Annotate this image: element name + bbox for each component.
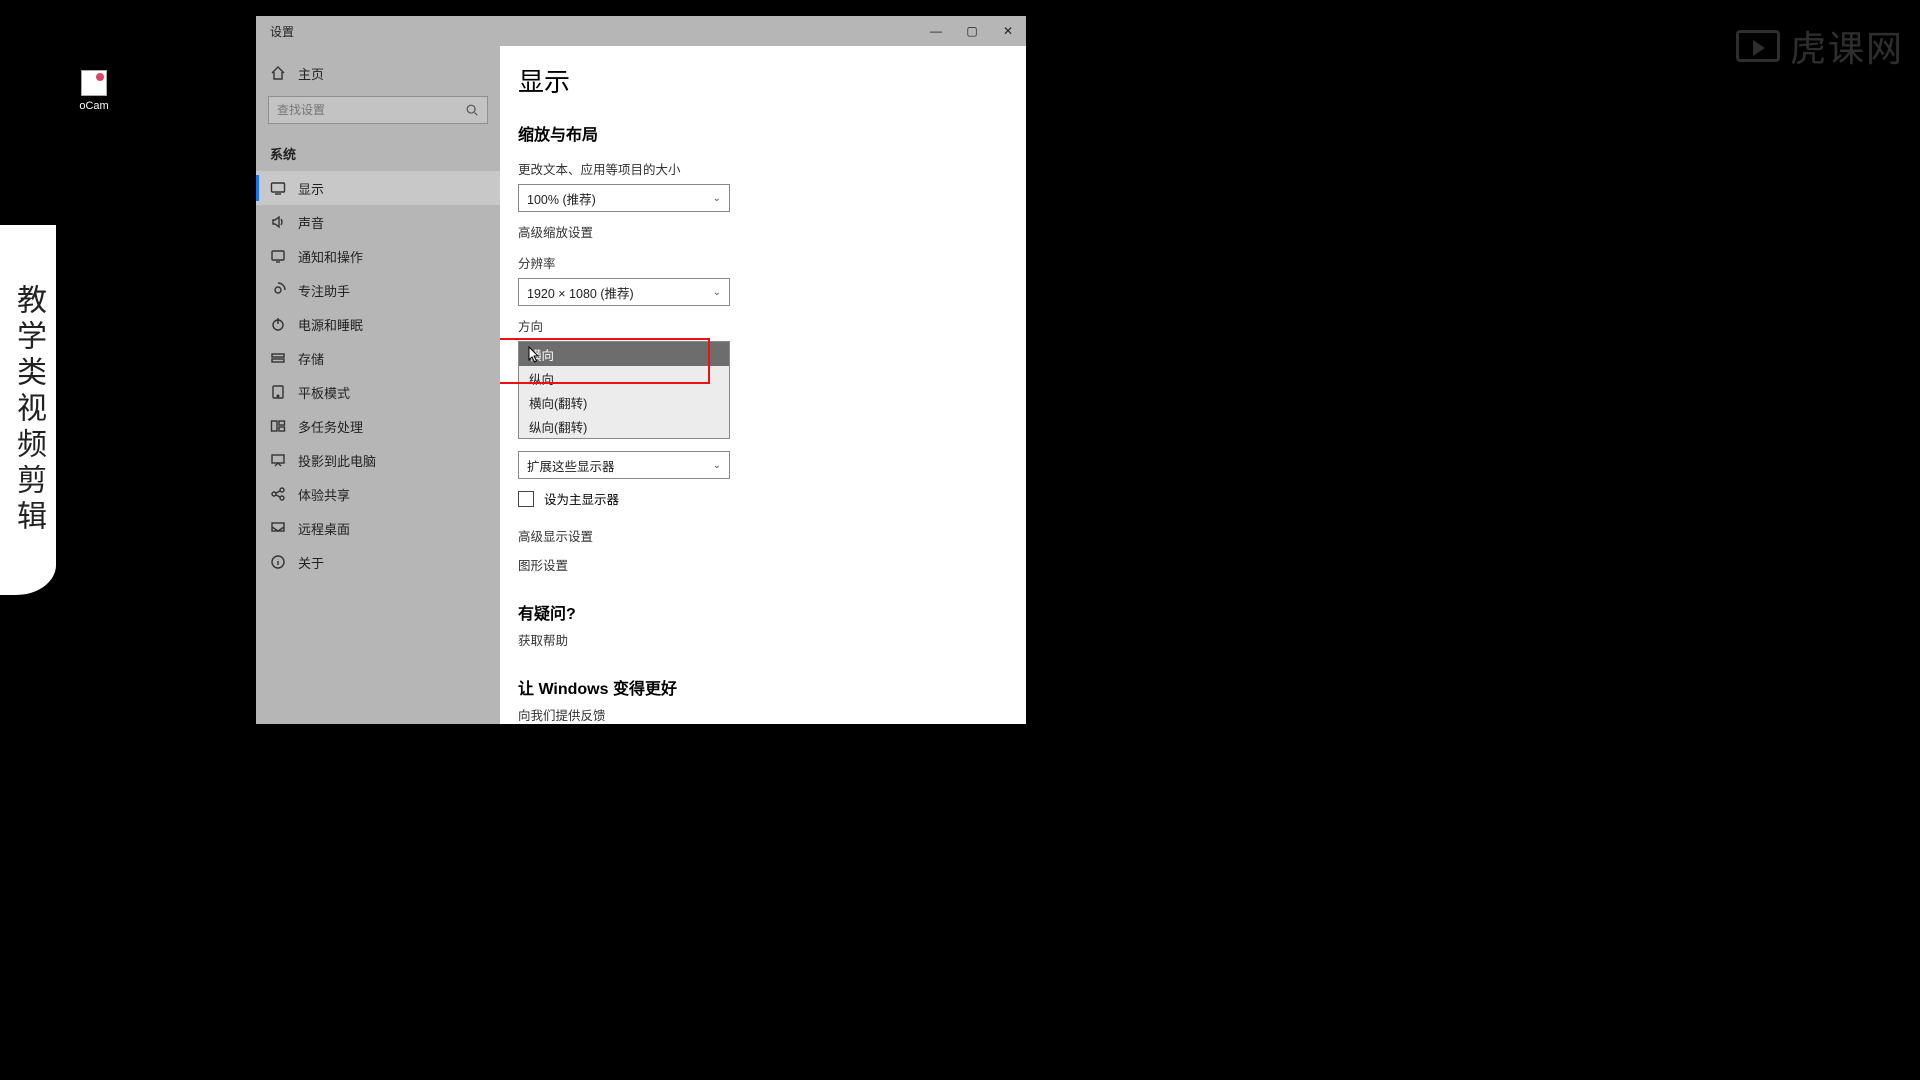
- power-icon: [270, 316, 286, 332]
- shared-icon: [270, 486, 286, 502]
- sidebar-item-label: 体验共享: [298, 485, 350, 504]
- sidebar-item-tablet[interactable]: 平板模式: [256, 375, 500, 409]
- orientation-option-landscape[interactable]: 横向: [519, 342, 729, 366]
- sidebar-item-projecting[interactable]: 投影到此电脑: [256, 443, 500, 477]
- watermark-text: 虎课网: [1790, 20, 1904, 72]
- orientation-label: 方向: [518, 316, 1026, 335]
- watermark-play-icon: [1736, 30, 1780, 62]
- scale-select-value: 100% (推荐): [527, 189, 596, 208]
- orientation-dropdown-list: 横向 纵向 横向(翻转) 纵向(翻转): [518, 341, 730, 439]
- sidebar-section-system: 系统: [256, 132, 500, 171]
- focus-icon: [270, 282, 286, 298]
- window-titlebar[interactable]: 设置 — ▢ ✕: [256, 16, 1026, 46]
- sidebar-item-about[interactable]: 关于: [256, 545, 500, 579]
- storage-icon: [270, 350, 286, 366]
- minimize-icon: —: [930, 24, 942, 38]
- notifications-icon: [270, 248, 286, 264]
- sidebar-home[interactable]: 主页: [256, 56, 500, 90]
- sidebar-item-label: 通知和操作: [298, 247, 363, 266]
- main-display-checkbox-label: 设为主显示器: [544, 489, 619, 508]
- window-maximize-button[interactable]: ▢: [954, 16, 990, 46]
- sidebar-item-focus[interactable]: 专注助手: [256, 273, 500, 307]
- sidebar-item-label: 专注助手: [298, 281, 350, 300]
- sidebar-item-multitask[interactable]: 多任务处理: [256, 409, 500, 443]
- projecting-icon: [270, 452, 286, 468]
- sidebar-search[interactable]: [268, 96, 488, 124]
- orientation-option-portrait[interactable]: 纵向: [519, 366, 729, 390]
- feedback-link[interactable]: 向我们提供反馈: [518, 705, 1026, 724]
- orientation-option-portrait-flipped[interactable]: 纵向(翻转): [519, 414, 729, 438]
- get-help-link[interactable]: 获取帮助: [518, 630, 1026, 649]
- search-icon: [465, 103, 479, 117]
- display-icon: [270, 180, 286, 196]
- sidebar-item-label: 存储: [298, 349, 324, 368]
- sidebar-item-label: 关于: [298, 553, 324, 572]
- sound-icon: [270, 214, 286, 230]
- resolution-select[interactable]: 1920 × 1080 (推荐) ⌄: [518, 278, 730, 306]
- main-display-checkbox-row[interactable]: 设为主显示器: [518, 489, 1026, 508]
- checkbox-icon: [518, 491, 534, 507]
- multitask-icon: [270, 418, 286, 434]
- watermark: 虎课网: [1736, 20, 1904, 72]
- sidebar-item-label: 声音: [298, 213, 324, 232]
- chevron-down-icon: ⌄: [713, 460, 721, 471]
- window-close-button[interactable]: ✕: [990, 16, 1026, 46]
- orientation-dropdown[interactable]: 横向 纵向 横向(翻转) 纵向(翻转): [518, 341, 730, 439]
- sidebar-item-sound[interactable]: 声音: [256, 205, 500, 239]
- sidebar-home-label: 主页: [298, 64, 324, 83]
- settings-sidebar: 主页 系统 显示 声音 通知和操作: [256, 46, 500, 724]
- about-icon: [270, 554, 286, 570]
- sidebar-item-shared[interactable]: 体验共享: [256, 477, 500, 511]
- sidebar-item-label: 多任务处理: [298, 417, 363, 436]
- sidebar-item-label: 远程桌面: [298, 519, 350, 538]
- scale-section-title: 缩放与布局: [518, 121, 1026, 145]
- chevron-down-icon: ⌄: [713, 193, 721, 204]
- page-title: 显示: [518, 62, 1026, 99]
- orientation-option-landscape-flipped[interactable]: 横向(翻转): [519, 390, 729, 414]
- sidebar-item-label: 平板模式: [298, 383, 350, 402]
- ocam-app-icon: [81, 70, 107, 96]
- resolution-label: 分辨率: [518, 253, 1026, 272]
- tablet-icon: [270, 384, 286, 400]
- desktop-icon-label: oCam: [79, 100, 108, 112]
- sidebar-item-storage[interactable]: 存储: [256, 341, 500, 375]
- scale-label: 更改文本、应用等项目的大小: [518, 159, 1026, 178]
- banner-text: 教学类视频剪辑: [0, 225, 56, 595]
- sidebar-item-display[interactable]: 显示: [256, 171, 500, 205]
- settings-main: 显示 缩放与布局 更改文本、应用等项目的大小 100% (推荐) ⌄ 高级缩放设…: [500, 46, 1026, 724]
- remote-icon: [270, 520, 286, 536]
- sidebar-item-power[interactable]: 电源和睡眠: [256, 307, 500, 341]
- better-heading: 让 Windows 变得更好: [518, 675, 1026, 699]
- scale-select[interactable]: 100% (推荐) ⌄: [518, 184, 730, 212]
- question-heading: 有疑问?: [518, 600, 1026, 624]
- desktop-icon-ocam[interactable]: oCam: [70, 70, 118, 112]
- search-input[interactable]: [277, 103, 465, 117]
- sidebar-item-label: 显示: [298, 179, 324, 198]
- close-icon: ✕: [1003, 24, 1013, 38]
- multiple-displays-value: 扩展这些显示器: [527, 456, 615, 475]
- resolution-select-value: 1920 × 1080 (推荐): [527, 283, 634, 302]
- window-title: 设置: [270, 23, 294, 40]
- sidebar-item-remote[interactable]: 远程桌面: [256, 511, 500, 545]
- settings-window: 设置 — ▢ ✕ 主页: [256, 16, 1026, 724]
- sidebar-item-notifications[interactable]: 通知和操作: [256, 239, 500, 273]
- window-minimize-button[interactable]: —: [918, 16, 954, 46]
- maximize-icon: ▢: [966, 24, 977, 38]
- graphics-settings-link[interactable]: 图形设置: [518, 555, 1026, 574]
- sidebar-item-label: 电源和睡眠: [298, 315, 363, 334]
- home-icon: [270, 65, 286, 81]
- advanced-display-link[interactable]: 高级显示设置: [518, 526, 1026, 545]
- multiple-displays-select[interactable]: 扩展这些显示器 ⌄: [518, 451, 730, 479]
- chevron-down-icon: ⌄: [713, 287, 721, 298]
- advanced-scaling-link[interactable]: 高级缩放设置: [518, 222, 1026, 241]
- sidebar-item-label: 投影到此电脑: [298, 451, 376, 470]
